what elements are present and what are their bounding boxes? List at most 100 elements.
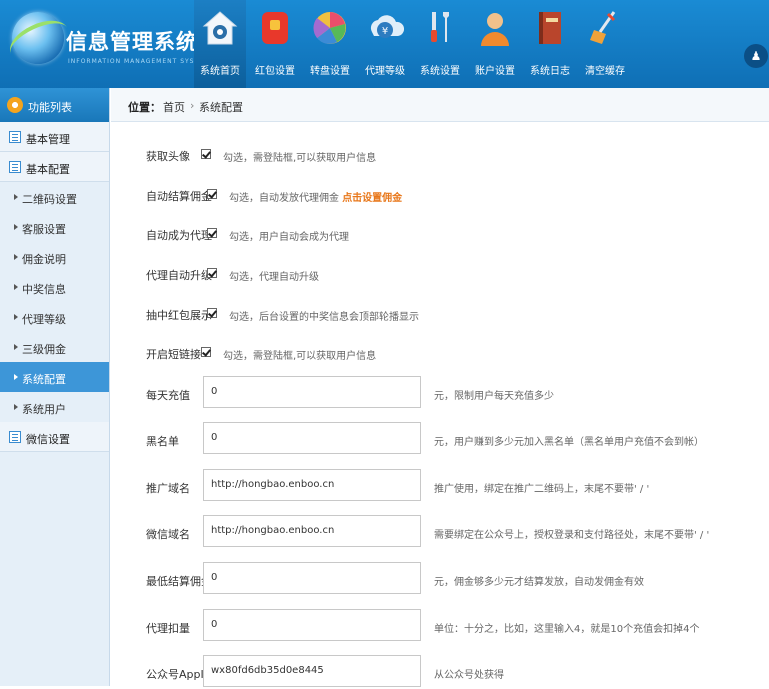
show-winning-packet-checkbox[interactable]: [207, 308, 217, 318]
sidebar-item-label: 系统用户: [22, 403, 66, 416]
field-label: 黑名单: [146, 435, 179, 448]
get-avatar-checkbox[interactable]: [201, 149, 211, 159]
breadcrumb-separator: ›: [190, 99, 195, 112]
gear-icon: [7, 97, 23, 113]
nav-home[interactable]: 系统首页: [194, 0, 246, 88]
sidebar-item-label: 系统配置: [22, 373, 66, 386]
field-hint: 推广使用，绑定在推广二维码上，末尾不要带' / ': [434, 484, 650, 495]
sidebar-group-wechat-settings[interactable]: 微信设置: [0, 422, 109, 452]
breadcrumb-home-link[interactable]: 首页: [163, 99, 185, 115]
field-hint: 需要绑定在公众号上，授权登录和支付路径处，末尾不要带' / ': [434, 530, 710, 541]
user-icon: ♟: [750, 49, 762, 63]
user-menu-button[interactable]: ♟: [744, 44, 768, 68]
sidebar-item-system-config[interactable]: 系统配置: [0, 362, 109, 392]
sidebar-item-three-level-commission[interactable]: 三级佣金: [0, 332, 109, 362]
enable-short-link-checkbox[interactable]: [201, 347, 211, 357]
sidebar-group-label: 基本配置: [26, 163, 70, 176]
min-settle-commission-input[interactable]: 0: [203, 562, 421, 594]
auto-settle-commission-checkbox[interactable]: [207, 189, 217, 199]
field-label: 自动结算佣金: [146, 190, 212, 203]
tools-icon: [431, 12, 449, 42]
field-label: 推广域名: [146, 482, 190, 495]
field-hint: 勾选，用户自动会成为代理: [229, 232, 349, 243]
appid-input[interactable]: wx80fd6db35d0e8445: [203, 655, 421, 687]
svg-text:¥: ¥: [382, 26, 388, 37]
sidebar-item-qrcode[interactable]: 二维码设置: [0, 182, 109, 212]
sidebar-item-label: 二维码设置: [22, 193, 77, 206]
top-nav: 系统首页 红包设置 转盘设置 ¥ 代理等级 系统设置 账户设置 系统日志 清空缓…: [194, 0, 634, 88]
sidebar-item-winning-info[interactable]: 中奖信息: [0, 272, 109, 302]
field-label: 开启短链接: [146, 348, 201, 361]
field-label: 自动成为代理: [146, 229, 212, 242]
sidebar-item-system-users[interactable]: 系统用户: [0, 392, 109, 422]
nav-label: 清空缓存: [585, 66, 625, 77]
sidebar-title: 功能列表: [28, 101, 72, 114]
daily-recharge-input[interactable]: 0: [203, 376, 421, 408]
nav-system-log[interactable]: 系统日志: [524, 0, 576, 88]
field-hint: 勾选，需登陆框,可以获取用户信息: [223, 153, 377, 164]
nav-label: 账户设置: [475, 66, 515, 77]
red-packet-icon: [262, 12, 288, 44]
form-row-min-settle-commission: 最低结算佣金 0 元，佣金够多少元才结算发放，自动发佣金有效: [111, 562, 769, 596]
hint-text: 勾选，自动发放代理佣金: [229, 193, 343, 204]
sidebar-group-basic-management[interactable]: 基本管理: [0, 122, 109, 152]
arrow-right-icon: [14, 374, 18, 380]
sidebar-item-agent-level[interactable]: 代理等级: [0, 302, 109, 332]
field-hint: 勾选，代理自动升级: [229, 272, 319, 283]
agent-auto-upgrade-checkbox[interactable]: [207, 268, 217, 278]
arrow-right-icon: [14, 314, 18, 320]
arrow-right-icon: [14, 224, 18, 230]
set-commission-link[interactable]: 点击设置佣金: [342, 193, 402, 204]
nav-wheel[interactable]: 转盘设置: [304, 0, 356, 88]
field-label: 代理扣量: [146, 622, 190, 635]
form-row-agent-deduction: 代理扣量 0 单位：十分之，比如，这里输入4，就是10个充值会扣掉4个: [111, 609, 769, 643]
nav-agent-level[interactable]: ¥ 代理等级: [359, 0, 411, 88]
field-hint: 从公众号处获得: [434, 670, 504, 681]
sidebar-item-label: 中奖信息: [22, 283, 66, 296]
log-book-icon: [539, 12, 561, 44]
sidebar-item-label: 佣金说明: [22, 253, 66, 266]
form-row-promo-domain: 推广域名 http://hongbao.enboo.cn 推广使用，绑定在推广二…: [111, 469, 769, 503]
form-row-appid: 公众号AppId wx80fd6db35d0e8445 从公众号处获得: [111, 655, 769, 689]
list-icon: [9, 431, 21, 443]
sidebar-header: 功能列表: [0, 88, 109, 122]
sidebar-group-label: 微信设置: [26, 433, 70, 446]
nav-clear-cache[interactable]: 清空缓存: [579, 0, 631, 88]
broom-icon: [590, 11, 616, 44]
sidebar-group-basic-config[interactable]: 基本配置: [0, 152, 109, 182]
field-label: 获取头像: [146, 150, 190, 163]
field-hint: 勾选，后台设置的中奖信息会顶部轮播显示: [229, 312, 419, 323]
left-sidebar: 功能列表 基本管理 基本配置 二维码设置 客服设置 佣金说明 中奖信息 代理等级…: [0, 88, 110, 686]
nav-account-settings[interactable]: 账户设置: [469, 0, 521, 88]
field-hint: 勾选，自动发放代理佣金 点击设置佣金: [229, 189, 402, 204]
user-icon: [481, 13, 509, 46]
agent-deduction-input[interactable]: 0: [203, 609, 421, 641]
form-row-blacklist: 黑名单 0 元，用户赚到多少元加入黑名单（黑名单用户充值不会到帐）: [111, 422, 769, 456]
field-label: 每天充值: [146, 389, 190, 402]
breadcrumb-current: 系统配置: [199, 101, 243, 114]
promo-domain-input[interactable]: http://hongbao.enboo.cn: [203, 469, 421, 501]
nav-label: 转盘设置: [310, 66, 350, 77]
blacklist-input[interactable]: 0: [203, 422, 421, 454]
main-content: 位置： 首页 › 系统配置 获取头像 勾选，需登陆框,可以获取用户信息 自动结算…: [111, 88, 769, 689]
nav-label: 系统设置: [420, 66, 460, 77]
nav-red-packet[interactable]: 红包设置: [249, 0, 301, 88]
field-label: 抽中红包展示: [146, 309, 212, 322]
wechat-domain-input[interactable]: http://hongbao.enboo.cn: [203, 515, 421, 547]
arrow-right-icon: [14, 284, 18, 290]
field-label: 公众号AppId: [146, 668, 211, 681]
home-icon: [202, 11, 238, 45]
sidebar-group-label: 基本管理: [26, 133, 70, 146]
field-hint: 元，用户赚到多少元加入黑名单（黑名单用户充值不会到帐）: [434, 437, 704, 448]
sidebar-item-commission-info[interactable]: 佣金说明: [0, 242, 109, 272]
field-hint: 单位：十分之，比如，这里输入4，就是10个充值会扣掉4个: [434, 624, 700, 635]
field-hint: 勾选，需登陆框,可以获取用户信息: [223, 351, 377, 362]
nav-label: 系统日志: [530, 66, 570, 77]
list-icon: [9, 131, 21, 143]
auto-become-agent-checkbox[interactable]: [207, 228, 217, 238]
sidebar-item-customer-service[interactable]: 客服设置: [0, 212, 109, 242]
wheel-icon: [313, 12, 346, 44]
arrow-right-icon: [14, 194, 18, 200]
nav-system-settings[interactable]: 系统设置: [414, 0, 466, 88]
field-label: 微信域名: [146, 528, 190, 541]
